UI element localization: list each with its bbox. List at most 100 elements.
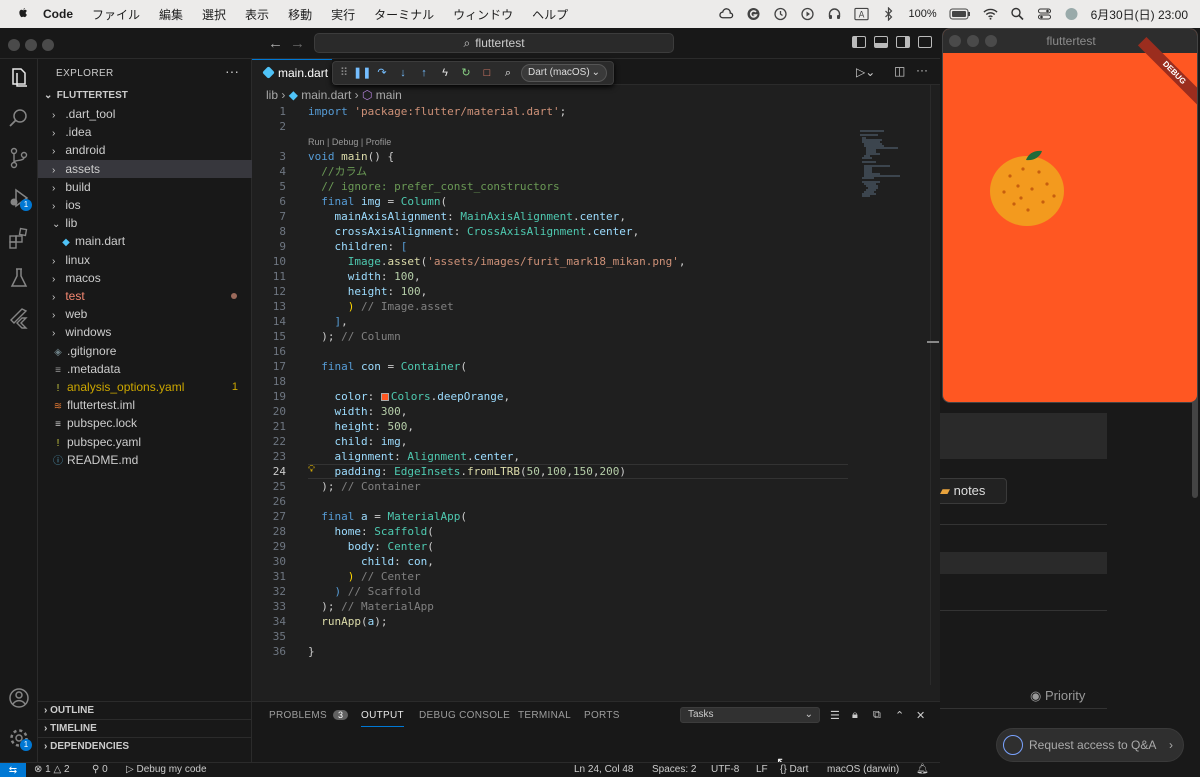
code-line[interactable]: padding: EdgeInsets.fromLTRB(50,100,150,… <box>308 464 626 479</box>
code-line[interactable]: final con = Container( <box>308 359 467 374</box>
window-zoom-button[interactable] <box>985 35 997 47</box>
tab-output[interactable]: OUTPUT <box>361 710 404 727</box>
tab-debug-console[interactable]: DEBUG CONSOLE <box>419 710 510 721</box>
tree-file[interactable]: ◆ main.dart <box>38 232 252 250</box>
tree-folder[interactable]: › web <box>38 305 252 323</box>
devtools-inspect-icon[interactable]: ⌕ <box>502 67 514 79</box>
tree-folder[interactable]: › .dart_tool <box>38 105 252 123</box>
tree-folder[interactable]: ⌄ lib <box>38 214 252 232</box>
code-line[interactable]: final img = Column( <box>308 194 447 209</box>
tree-file[interactable]: ≋ fluttertest.iml <box>38 396 252 414</box>
breadcrumb-symbol[interactable]: main <box>376 88 402 102</box>
code-line[interactable]: final a = MaterialApp( <box>308 509 467 524</box>
tree-file[interactable]: ≡ pubspec.lock <box>38 414 252 432</box>
control-center-icon[interactable] <box>1037 7 1052 21</box>
code-line[interactable]: color: Colors.deepOrange, <box>308 389 511 404</box>
extensions-icon[interactable] <box>8 227 30 249</box>
menu-selection[interactable]: 選択 <box>202 6 226 23</box>
menubar-clock[interactable]: 6月30日(日) 23:00 <box>1091 6 1188 23</box>
customize-layout-icon[interactable] <box>918 36 932 48</box>
window-zoom-button[interactable] <box>42 39 54 51</box>
flutter-device[interactable]: macOS (darwin) <box>827 764 899 775</box>
ports-indicator[interactable]: ⚲ 0 <box>92 764 108 775</box>
code-line[interactable]: ); // Container <box>308 479 420 494</box>
cursor-position[interactable]: Ln 24, Col 48 <box>574 764 634 775</box>
tab-terminal[interactable]: TERMINAL <box>518 710 571 721</box>
open-in-editor-icon[interactable]: ⧉ <box>873 709 881 722</box>
indentation[interactable]: Spaces: 2 <box>652 764 696 775</box>
tree-folder[interactable]: › macos <box>38 269 252 287</box>
code-line[interactable]: height: 500, <box>308 419 415 434</box>
code-line[interactable]: crossAxisAlignment: CrossAxisAlignment.c… <box>308 224 640 239</box>
menu-app-code[interactable]: Code <box>43 7 73 21</box>
spotlight-search-icon[interactable] <box>1010 7 1025 21</box>
code-line[interactable]: width: 300, <box>308 404 408 419</box>
arrow-right-icon[interactable]: → <box>290 35 305 52</box>
tree-file[interactable]: ◈ .gitignore <box>38 342 252 360</box>
bluetooth-icon[interactable] <box>881 7 896 21</box>
tree-file[interactable]: ! pubspec.yaml <box>38 433 252 451</box>
debug-indicator[interactable]: ▷ Debug my code <box>126 764 207 775</box>
code-line[interactable]: void main() { <box>308 149 394 164</box>
code-line[interactable]: import 'package:flutter/material.dart'; <box>308 104 573 119</box>
code-line[interactable]: ], <box>308 314 348 329</box>
tree-folder[interactable]: › build <box>38 178 252 196</box>
tree-folder[interactable]: › assets <box>38 159 252 178</box>
step-out-icon[interactable]: ↑ <box>418 67 430 79</box>
code-line[interactable]: ); // Column <box>308 329 400 344</box>
code-line[interactable]: child: img, <box>308 434 408 449</box>
code-line[interactable]: width: 100, <box>308 269 421 284</box>
breadcrumb-lib[interactable]: lib <box>266 88 278 102</box>
input-source-icon[interactable]: A <box>854 7 870 21</box>
siri-icon[interactable] <box>1064 7 1079 21</box>
code-line[interactable]: //カラム <box>308 164 367 179</box>
tree-folder[interactable]: › .idea <box>38 123 252 141</box>
code-line[interactable]: child: con, <box>308 554 434 569</box>
code-line[interactable]: alignment: Alignment.center, <box>308 449 520 464</box>
problems-indicator[interactable]: ⊗ 1 △ 2 <box>34 764 70 775</box>
end-of-line[interactable]: LF <box>756 764 768 775</box>
drag-handle-icon[interactable]: ⠿ <box>338 67 350 79</box>
menu-help[interactable]: ヘルプ <box>532 6 568 23</box>
toggle-secondary-sidebar-icon[interactable] <box>896 36 910 48</box>
grammarly-icon[interactable] <box>746 7 761 21</box>
accounts-icon[interactable] <box>8 687 30 709</box>
code-line[interactable]: ) // Image.asset <box>308 299 454 314</box>
hot-reload-icon[interactable]: ϟ <box>439 67 451 79</box>
priority-property[interactable]: ◉ Priority <box>1030 688 1085 704</box>
breadcrumb-file[interactable]: main.dart <box>301 88 351 102</box>
battery-icon[interactable] <box>949 7 971 21</box>
code-lens[interactable]: Run | Debug | Profile <box>308 136 391 148</box>
notes-button[interactable]: ▰ notes <box>931 478 1007 504</box>
toggle-sidebar-icon[interactable] <box>852 36 866 48</box>
tree-folder[interactable]: › windows <box>38 323 252 341</box>
command-center-search[interactable]: ⌕ fluttertest <box>314 33 674 53</box>
menu-run[interactable]: 実行 <box>331 6 355 23</box>
request-qa-button[interactable]: Request access to Q&A › <box>996 728 1184 762</box>
lock-icon[interactable]: 🔒︎ <box>852 709 858 722</box>
menu-window[interactable]: ウィンドウ <box>453 6 513 23</box>
code-line[interactable]: ) // Center <box>308 569 421 584</box>
tab-ports[interactable]: PORTS <box>584 710 620 721</box>
headphones-icon[interactable] <box>827 7 842 21</box>
code-line[interactable]: children: [ <box>308 239 408 254</box>
play-icon[interactable] <box>800 7 815 21</box>
menu-edit[interactable]: 編集 <box>159 6 183 23</box>
restart-icon[interactable]: ↻ <box>460 67 472 79</box>
code-line[interactable]: ); // MaterialApp <box>308 599 434 614</box>
chevron-up-icon[interactable]: ⌃ <box>895 709 904 722</box>
tree-folder[interactable]: › ios <box>38 196 252 214</box>
debug-target-select[interactable]: Dart (macOS) ⌄ <box>521 64 607 82</box>
color-swatch[interactable] <box>380 393 389 401</box>
tab-main-dart[interactable]: main.dart <box>252 59 332 85</box>
outline-section[interactable]: › OUTLINE <box>38 701 252 719</box>
dependencies-section[interactable]: › DEPENDENCIES <box>38 737 252 755</box>
source-control-icon[interactable] <box>8 147 30 169</box>
toggle-panel-icon[interactable] <box>874 36 888 48</box>
output-channel-select[interactable]: Tasks ⌄ <box>680 707 820 723</box>
search-icon[interactable] <box>8 107 30 129</box>
tree-file[interactable]: ⓘ README.md <box>38 451 252 469</box>
arrow-left-icon[interactable]: ← <box>268 35 283 52</box>
close-panel-icon[interactable]: ✕ <box>916 709 925 722</box>
menu-terminal[interactable]: ターミナル <box>374 6 434 23</box>
